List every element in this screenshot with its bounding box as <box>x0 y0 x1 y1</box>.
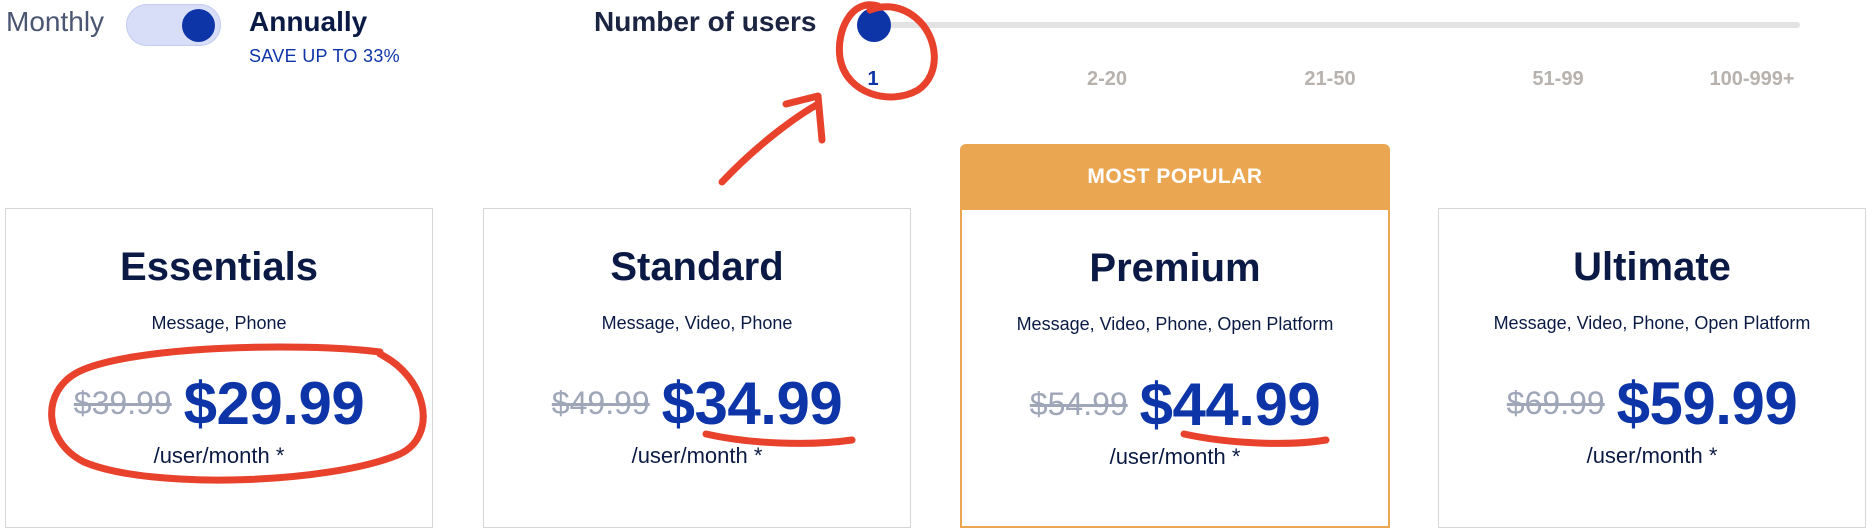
new-price: $29.99 <box>183 370 365 437</box>
users-tick-100-999[interactable]: 100-999+ <box>1709 68 1794 91</box>
users-slider-thumb[interactable] <box>857 8 891 42</box>
plan-features: Message, Phone <box>151 313 287 333</box>
users-slider-title: Number of users <box>594 6 817 37</box>
price-unit: /user/month * <box>631 443 763 468</box>
most-popular-banner: MOST POPULAR <box>960 144 1390 210</box>
old-price: $39.99 <box>73 385 172 421</box>
users-tick-2-20[interactable]: 2-20 <box>1087 68 1127 91</box>
plan-features: Message, Video, Phone, Open Platform <box>1493 313 1811 333</box>
save-note: SAVE UP TO 33% <box>249 46 400 66</box>
price-row: $54.99 $44.99 <box>962 370 1388 439</box>
price-unit: /user/month * <box>1586 443 1718 468</box>
toggle-knob <box>182 9 215 42</box>
plan-card-premium[interactable]: Premium Message, Video, Phone, Open Plat… <box>960 208 1390 528</box>
users-slider-track[interactable] <box>876 22 1800 28</box>
annotation-arrow-shaft <box>718 100 822 186</box>
plan-name: Premium <box>1089 246 1261 290</box>
new-price: $44.99 <box>1139 371 1321 438</box>
plan-features: Message, Video, Phone <box>601 313 793 333</box>
annually-label[interactable]: Annually <box>249 6 367 38</box>
price-row: $69.99 $59.99 <box>1439 369 1865 438</box>
price-row: $49.99 $34.99 <box>484 369 910 438</box>
old-price: $49.99 <box>551 385 650 421</box>
monthly-label[interactable]: Monthly <box>6 6 104 38</box>
users-tick-51-99[interactable]: 51-99 <box>1532 68 1583 91</box>
users-tick-21-50[interactable]: 21-50 <box>1304 68 1355 91</box>
plan-name: Ultimate <box>1573 245 1731 289</box>
new-price: $34.99 <box>661 370 843 437</box>
plan-features: Message, Video, Phone, Open Platform <box>1016 314 1334 334</box>
users-tick-1[interactable]: 1 <box>867 68 878 91</box>
plan-name: Essentials <box>120 245 318 289</box>
plan-card-ultimate[interactable]: Ultimate Message, Video, Phone, Open Pla… <box>1438 208 1866 528</box>
price-unit: /user/month * <box>1109 444 1241 469</box>
plan-card-essentials[interactable]: Essentials Message, Phone $39.99 $29.99 /… <box>5 208 433 528</box>
old-price: $54.99 <box>1029 386 1128 422</box>
old-price: $69.99 <box>1506 385 1605 421</box>
annotation-arrow-head <box>782 92 826 144</box>
plan-name: Standard <box>610 245 784 289</box>
new-price: $59.99 <box>1616 370 1798 437</box>
price-unit: /user/month * <box>153 443 285 468</box>
price-row: $39.99 $29.99 <box>6 369 432 438</box>
billing-toggle[interactable] <box>126 4 221 46</box>
plan-card-standard[interactable]: Standard Message, Video, Phone $49.99 $34… <box>483 208 911 528</box>
